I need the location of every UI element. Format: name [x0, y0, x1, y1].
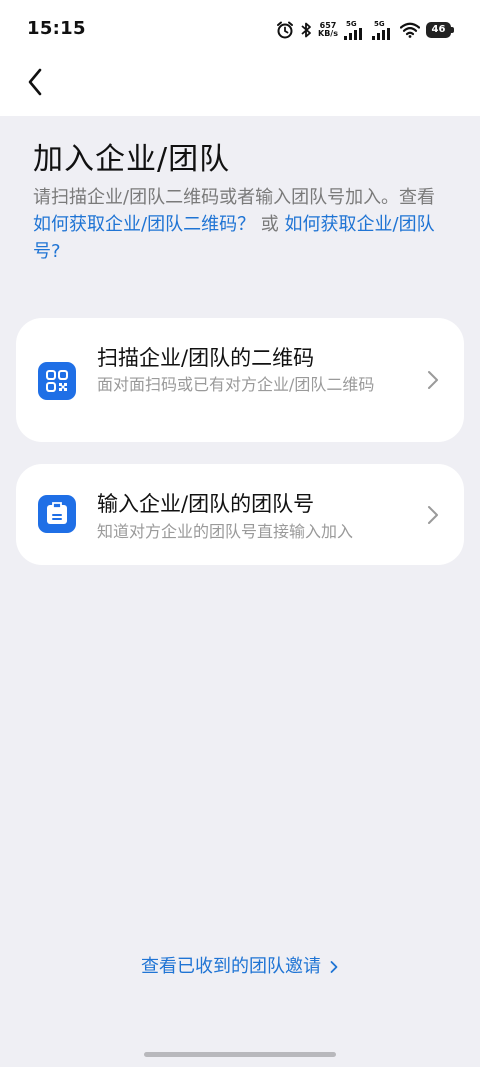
top-bar: 15:15 657 KB/s 5G 5G 46	[0, 0, 480, 116]
badge-icon	[38, 495, 76, 533]
signal-sim2: 5G	[372, 20, 394, 40]
back-button[interactable]	[20, 64, 50, 100]
scan-qr-subtitle: 面对面扫码或已有对方企业/团队二维码	[97, 375, 375, 394]
page-description: 请扫描企业/团队二维码或者输入团队号加入。查看 如何获取企业/团队二维码？ 或 …	[33, 184, 453, 265]
description-connector: 或	[255, 214, 285, 235]
chevron-left-icon	[28, 68, 42, 96]
page-title: 加入企业/团队	[33, 142, 231, 177]
status-icons: 657 KB/s 5G 5G 46	[276, 17, 454, 43]
qr-code-icon	[38, 362, 76, 400]
battery-level: 46	[431, 24, 446, 35]
bluetooth-icon	[301, 22, 311, 38]
invite-link-label: 查看已收到的团队邀请	[141, 956, 321, 977]
home-indicator[interactable]	[144, 1052, 336, 1057]
net-speed: 657 KB/s	[318, 22, 338, 38]
scan-qr-option[interactable]: 扫描企业/团队的二维码 面对面扫码或已有对方企业/团队二维码	[16, 318, 464, 442]
enter-team-number-option[interactable]: 输入企业/团队的团队号 知道对方企业的团队号直接输入加入	[16, 464, 464, 565]
signal-icon	[372, 28, 390, 40]
wifi-icon	[400, 22, 420, 38]
sim2-tag: 5G	[374, 20, 385, 28]
team-number-subtitle: 知道对方企业的团队号直接输入加入	[97, 522, 354, 541]
battery-icon: 46	[426, 22, 454, 38]
view-received-invitations-link[interactable]: 查看已收到的团队邀请	[0, 952, 480, 978]
chevron-right-icon	[330, 961, 338, 973]
how-to-get-qr-link[interactable]: 如何获取企业/团队二维码？	[33, 214, 255, 235]
chevron-right-icon	[428, 371, 438, 389]
sim1-tag: 5G	[346, 20, 357, 28]
team-number-title: 输入企业/团队的团队号	[97, 492, 315, 516]
scan-qr-title: 扫描企业/团队的二维码	[97, 346, 315, 370]
description-text: 请扫描企业/团队二维码或者输入团队号加入。查看	[33, 187, 436, 208]
chevron-right-icon	[428, 506, 438, 524]
status-time: 15:15	[27, 18, 86, 39]
net-speed-unit: KB/s	[318, 29, 338, 38]
signal-icon	[344, 28, 362, 40]
signal-sim1: 5G	[344, 20, 366, 40]
status-bar: 15:15 657 KB/s 5G 5G 46	[0, 0, 480, 60]
alarm-icon	[277, 21, 293, 39]
